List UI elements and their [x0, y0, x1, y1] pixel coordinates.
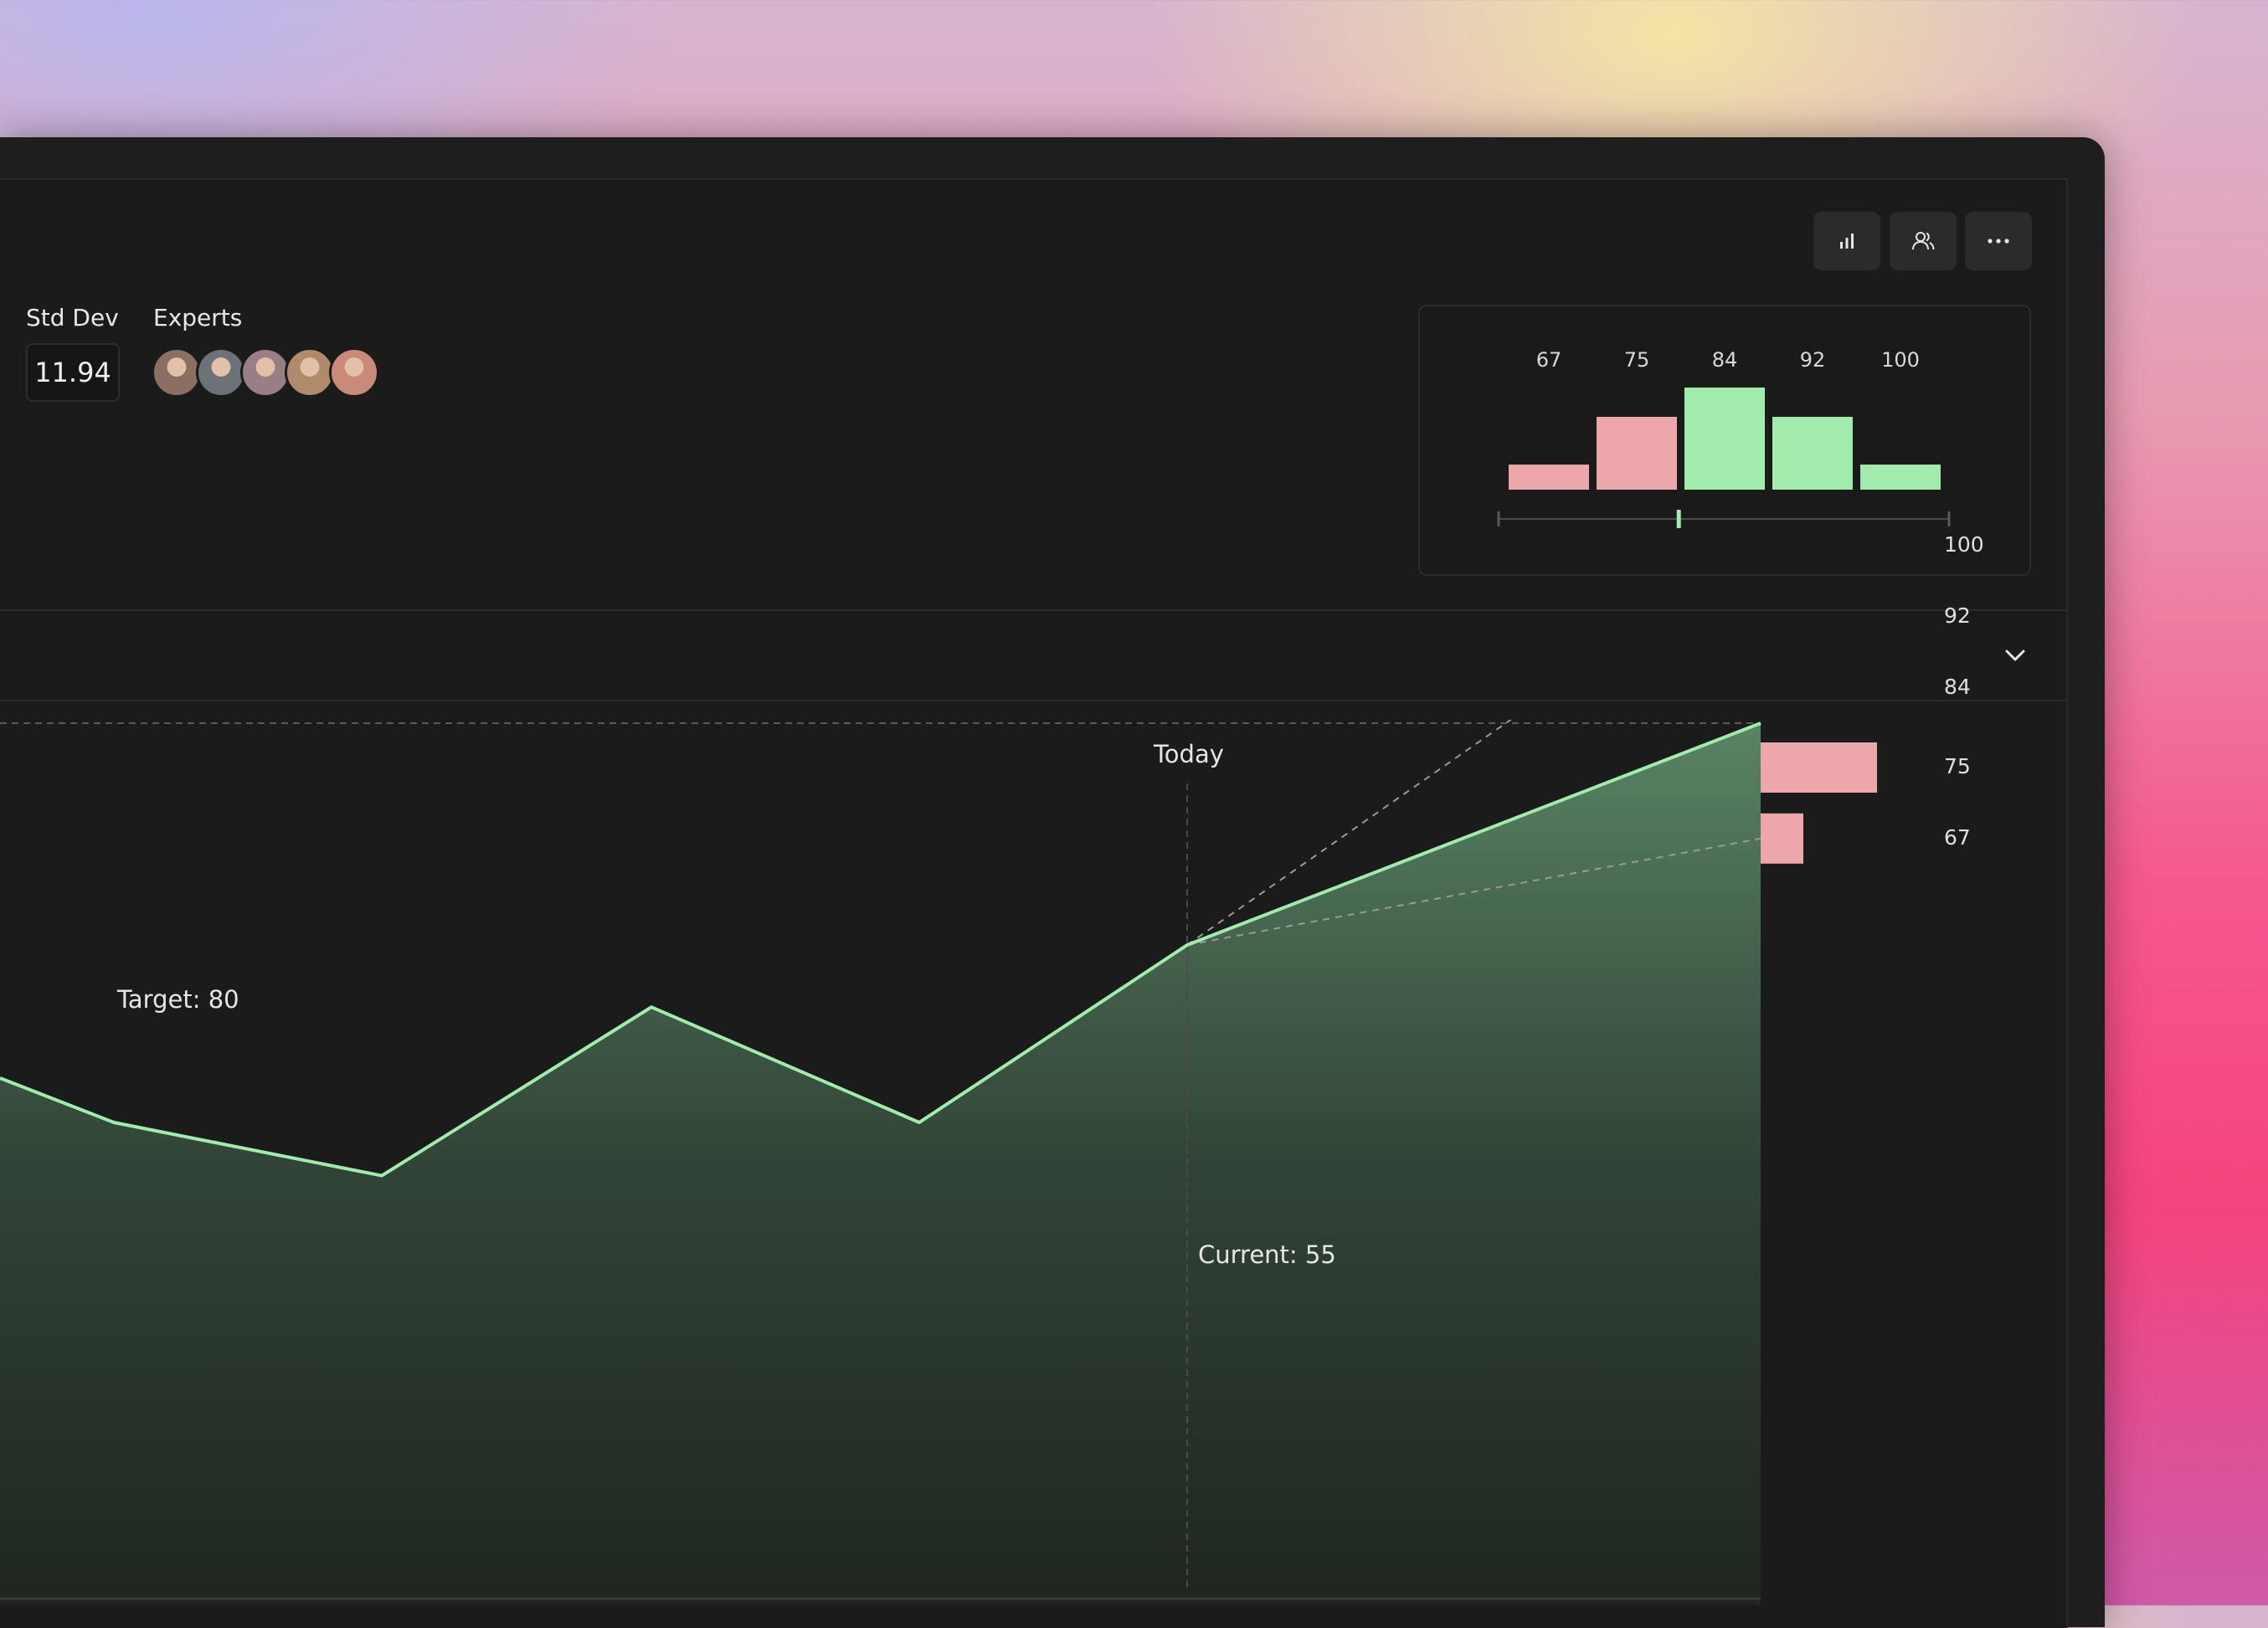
projection-bar — [1761, 813, 1803, 864]
histogram-label: 100 — [1881, 348, 1920, 372]
distribution-slider[interactable] — [1495, 506, 1952, 532]
std-dev-value: 11.94 — [26, 343, 120, 402]
experts-label: Experts — [153, 304, 243, 331]
today-label: Today — [1154, 740, 1224, 768]
expert-avatar-5[interactable] — [329, 347, 379, 398]
histogram-label: 92 — [1799, 348, 1826, 372]
expert-avatar-4[interactable] — [285, 347, 335, 398]
histogram-label: 84 — [1711, 348, 1738, 372]
projection-label: 75 — [1944, 754, 1971, 778]
histogram-label: 67 — [1535, 348, 1562, 372]
section-divider — [0, 609, 2066, 611]
histogram-label: 75 — [1623, 348, 1650, 372]
projection-bar — [1761, 742, 1877, 793]
users-icon — [1912, 232, 1935, 250]
histogram-bar[interactable] — [1772, 417, 1853, 490]
histogram-bar[interactable] — [1860, 464, 1941, 490]
bar-chart-icon — [1840, 234, 1854, 249]
target-label: Target: 80 — [117, 985, 239, 1014]
section-divider — [0, 700, 2066, 701]
current-label: Current: 55 — [1198, 1240, 1336, 1269]
std-dev-label: Std Dev — [26, 304, 119, 331]
expert-avatar-2[interactable] — [196, 347, 246, 398]
chevron-down-icon[interactable] — [2003, 645, 2028, 666]
expert-avatar-3[interactable] — [240, 347, 291, 398]
projection-label: 100 — [1944, 532, 1984, 557]
forecast-chart — [0, 720, 1877, 1605]
experts-button[interactable] — [1890, 212, 1957, 270]
expert-avatar-1[interactable] — [152, 347, 202, 398]
more-icon — [1988, 239, 2009, 244]
forecast-area — [0, 723, 1761, 1605]
histogram-bar[interactable] — [1597, 417, 1677, 490]
projection-label: 84 — [1944, 674, 1971, 699]
chart-view-button[interactable] — [1813, 212, 1880, 270]
histogram-bar[interactable] — [1684, 388, 1765, 490]
projection-label: 67 — [1944, 824, 1971, 850]
more-options-button[interactable] — [1965, 212, 2032, 270]
projection-label: 92 — [1944, 603, 1971, 628]
histogram-bar[interactable] — [1509, 464, 1589, 490]
